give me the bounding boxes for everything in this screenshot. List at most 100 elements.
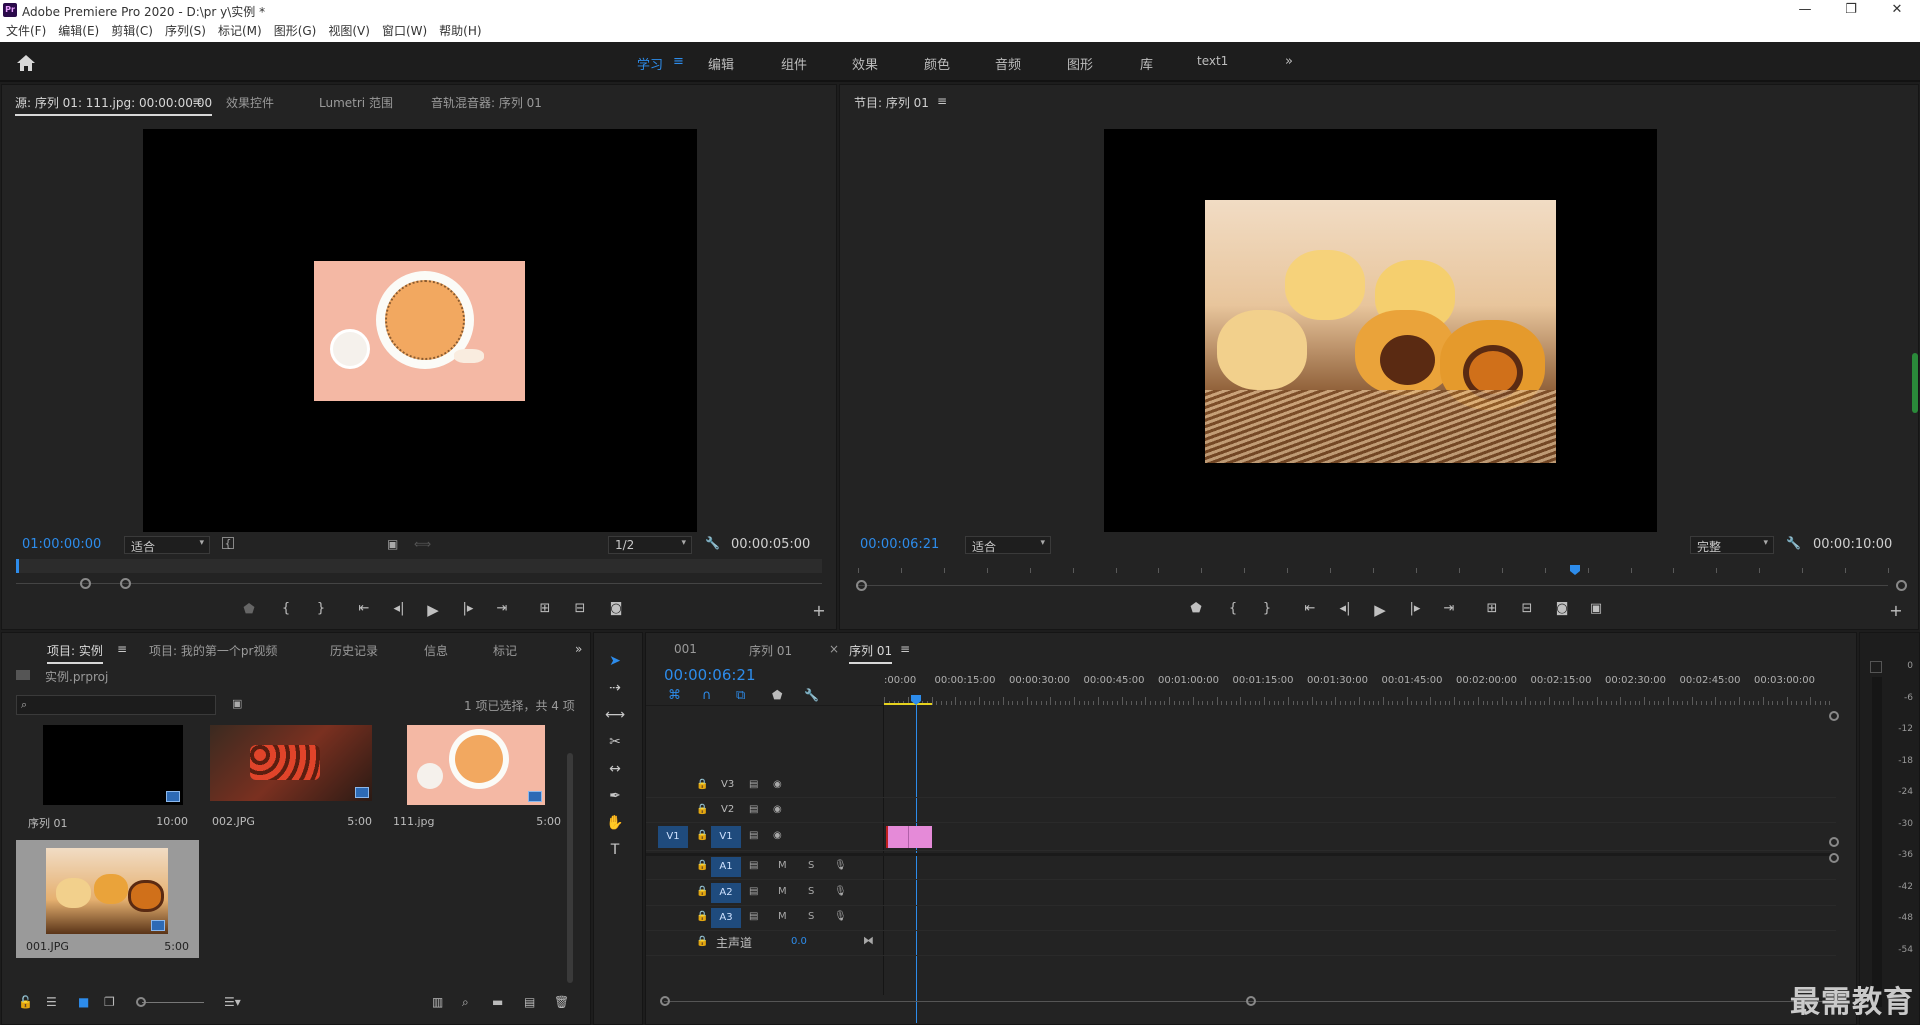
work-area-bar[interactable]: [884, 703, 932, 705]
tab-program[interactable]: 节目: 序列 01: [854, 94, 929, 114]
sync-lock-icon[interactable]: ▤: [749, 804, 758, 815]
mute-button[interactable]: M: [778, 886, 787, 897]
program-playhead-timecode[interactable]: 00:00:06:21: [860, 537, 939, 552]
timeline-settings-icon[interactable]: 🔧: [804, 688, 819, 702]
track-scroll-a-start[interactable]: [1829, 853, 1839, 863]
source-patch-v1[interactable]: V1: [658, 826, 688, 848]
workspace-menu-icon[interactable]: ≡: [673, 54, 684, 69]
overwrite-icon[interactable]: ⊟: [569, 601, 591, 616]
panel-menu-icon[interactable]: ≡: [192, 94, 202, 108]
add-marker-icon[interactable]: ⬟: [772, 688, 782, 702]
project-item-001-selected[interactable]: 001.JPG 5:00: [16, 840, 199, 958]
go-to-in-icon[interactable]: ⇤: [1299, 601, 1321, 616]
workspace-color[interactable]: 颜色: [924, 54, 950, 73]
tab-timeline-sequence-01a[interactable]: 序列 01: [749, 642, 792, 659]
menu-file[interactable]: 文件(F): [0, 20, 52, 42]
panel-overflow-icon[interactable]: »: [575, 642, 582, 656]
lock-icon[interactable]: 🔒: [696, 936, 708, 947]
new-bin-icon[interactable]: ▬: [492, 995, 503, 1009]
sync-lock-icon[interactable]: ▤: [749, 886, 758, 897]
track-target-v1[interactable]: V1: [711, 826, 741, 848]
tab-project-first-video[interactable]: 项目: 我的第一个pr视频: [149, 642, 277, 659]
trash-icon[interactable]: 🗑: [554, 995, 569, 1009]
master-volume-value[interactable]: 0.0: [791, 936, 807, 947]
linked-selection-icon[interactable]: ⧉: [736, 688, 745, 703]
sort-icon[interactable]: ☰▾: [224, 995, 241, 1009]
lock-icon[interactable]: 🔒: [696, 804, 708, 815]
track-scroll-top[interactable]: [1829, 711, 1839, 721]
slip-tool-icon[interactable]: ↔: [604, 758, 626, 780]
extract-icon[interactable]: ⊟: [1516, 601, 1538, 616]
tab-effect-controls[interactable]: 效果控件: [226, 94, 274, 111]
find-folder-icon[interactable]: ▣: [232, 697, 242, 710]
go-to-out-icon[interactable]: ⇥: [1438, 601, 1460, 616]
find-icon[interactable]: ⌕: [462, 995, 469, 1010]
panel-menu-icon[interactable]: ≡: [117, 642, 127, 656]
button-editor-add-icon[interactable]: +: [808, 601, 830, 620]
menu-view[interactable]: 视图(V): [322, 20, 376, 42]
tab-timeline-001[interactable]: 001: [674, 642, 697, 656]
tab-timeline-sequence-01b[interactable]: 序列 01: [849, 642, 893, 664]
add-marker-icon[interactable]: ⬟: [1185, 601, 1207, 616]
tab-markers[interactable]: 标记: [493, 642, 517, 659]
program-zoom-dropdown[interactable]: 适合 ▾: [965, 536, 1051, 554]
mark-in-icon[interactable]: {: [1222, 601, 1244, 616]
step-back-icon[interactable]: ◂|: [1334, 601, 1356, 616]
pen-tool-icon[interactable]: ✒: [604, 785, 626, 807]
workspace-effects[interactable]: 效果: [852, 54, 878, 73]
type-tool-icon[interactable]: T: [604, 839, 626, 861]
source-zoom-handle-right[interactable]: [120, 578, 131, 589]
new-item-icon[interactable]: ▤: [524, 995, 535, 1009]
add-marker-icon[interactable]: ⬟: [238, 602, 260, 617]
menu-window[interactable]: 窗口(W): [376, 20, 433, 42]
tab-lumetri-scopes[interactable]: Lumetri 范围: [319, 94, 393, 111]
workspace-learn[interactable]: 学习: [637, 54, 663, 73]
razor-tool-icon[interactable]: ✂: [604, 731, 626, 753]
lock-icon[interactable]: 🔒: [696, 860, 708, 871]
close-button[interactable]: ✕: [1874, 0, 1920, 20]
source-zoom-scrollbar[interactable]: [16, 583, 822, 584]
track-scroll-v-end[interactable]: [1829, 837, 1839, 847]
thumbnail-size-slider[interactable]: [142, 1002, 204, 1003]
workspace-edit[interactable]: 编辑: [708, 54, 734, 73]
wrench-icon[interactable]: 🔧: [1786, 536, 1801, 550]
project-scrollbar[interactable]: [567, 753, 573, 983]
menu-markers[interactable]: 标记(M): [212, 20, 268, 42]
go-to-out-icon[interactable]: ⇥: [491, 601, 513, 616]
step-forward-icon[interactable]: |▸: [1404, 601, 1426, 616]
tab-info[interactable]: 信息: [424, 642, 448, 659]
play-icon[interactable]: ▶: [422, 601, 444, 619]
program-time-ruler[interactable]: [858, 563, 1889, 573]
menu-help[interactable]: 帮助(H): [433, 20, 487, 42]
microphone-icon[interactable]: 🎙: [834, 886, 847, 897]
home-icon[interactable]: [16, 54, 36, 72]
snap-icon[interactable]: ∩: [702, 688, 712, 703]
lock-icon[interactable]: 🔒: [696, 779, 708, 790]
icon-view-icon[interactable]: ■: [78, 995, 89, 1009]
lock-icon[interactable]: 🔒: [696, 886, 708, 897]
panel-menu-icon[interactable]: ≡: [937, 94, 947, 108]
source-zoom-handle-left[interactable]: [80, 578, 91, 589]
hand-tool-icon[interactable]: ✋: [604, 812, 626, 834]
program-zoom-scrollbar[interactable]: [858, 585, 1888, 586]
tab-history[interactable]: 历史记录: [330, 642, 378, 659]
panel-menu-icon[interactable]: ≡: [900, 642, 910, 656]
selection-tool-icon[interactable]: ➤: [604, 650, 626, 672]
program-zoom-handle-left[interactable]: [856, 580, 867, 591]
sync-lock-icon[interactable]: ▤: [749, 911, 758, 922]
solo-button[interactable]: S: [808, 911, 814, 922]
list-view-icon[interactable]: ☰: [46, 995, 57, 1009]
lock-icon[interactable]: 🔓: [18, 995, 33, 1009]
lift-icon[interactable]: ⊞: [1481, 601, 1503, 616]
workspace-assembly[interactable]: 组件: [781, 54, 807, 73]
go-to-end-icon[interactable]: ⧓: [863, 934, 874, 947]
mark-out-icon[interactable]: }: [1256, 601, 1278, 616]
menu-edit[interactable]: 编辑(E): [52, 20, 105, 42]
timeline-clip-v1[interactable]: [886, 826, 932, 848]
maximize-button[interactable]: ❐: [1828, 0, 1874, 20]
safe-margins-icon[interactable]: {: [222, 537, 234, 549]
sync-lock-icon[interactable]: ▤: [749, 860, 758, 871]
track-target-a2[interactable]: A2: [711, 883, 741, 903]
drag-audio-icon[interactable]: ⟺: [414, 537, 431, 551]
mark-out-icon[interactable]: }: [310, 601, 332, 616]
